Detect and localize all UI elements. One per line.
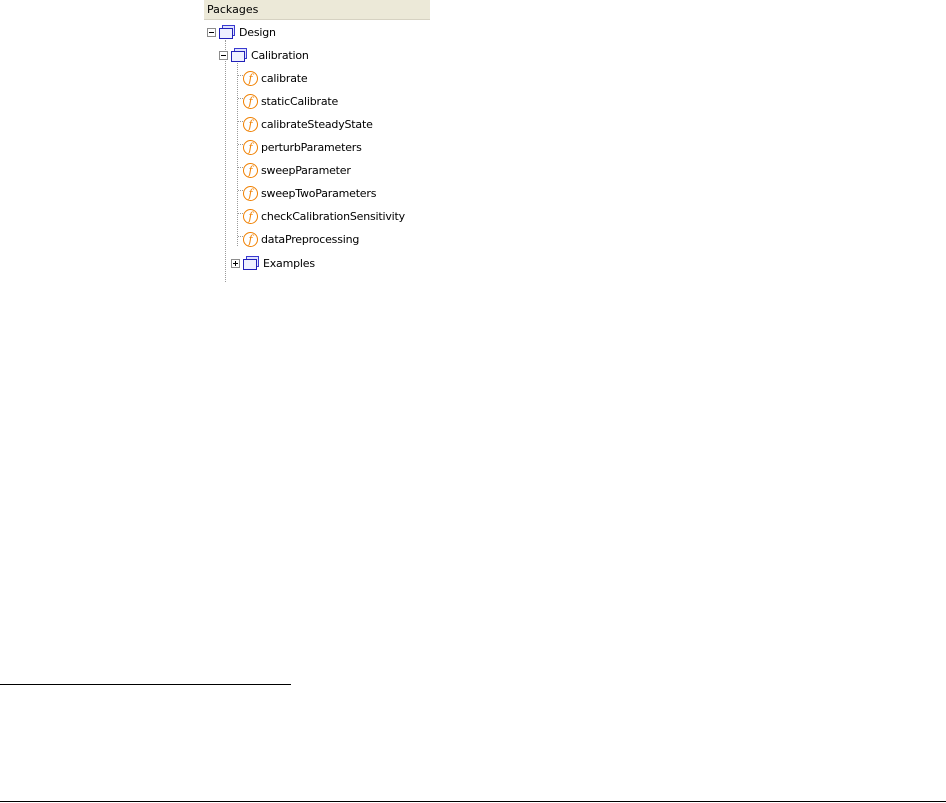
tree-node-label: perturbParameters (261, 140, 362, 154)
function-icon: f (243, 185, 258, 201)
function-icon: f (243, 116, 258, 132)
tree-node-label: staticCalibrate (261, 94, 339, 108)
tree-node-label: checkCalibrationSensitivity (261, 209, 405, 223)
package-icon (243, 256, 260, 270)
tree-node-label: Calibration (251, 48, 309, 62)
function-icon: f (243, 162, 258, 178)
tree-connector (237, 61, 238, 246)
function-icon: f (243, 93, 258, 109)
page-bottom-divider (0, 801, 946, 802)
packages-panel: Packages Design Calibration f calibrate (204, 0, 430, 282)
tree-node-label: calibrateSteadyState (261, 117, 373, 131)
collapse-icon[interactable] (207, 27, 216, 37)
package-icon (231, 48, 248, 62)
function-icon: f (243, 208, 258, 224)
function-icon: f (243, 139, 258, 155)
tree-node-function[interactable]: f calibrateSteadyState (243, 113, 373, 135)
tree-connector (225, 40, 226, 282)
tree-node-label: calibrate (261, 71, 308, 85)
panel-header: Packages (204, 0, 430, 20)
package-icon (219, 25, 236, 39)
tree-node-examples[interactable]: Examples (231, 252, 315, 274)
tree-node-function[interactable]: f dataPreprocessing (243, 228, 359, 250)
tree-node-label: Examples (263, 256, 315, 270)
tree-node-function[interactable]: f sweepTwoParameters (243, 182, 376, 204)
tree-node-label: Design (239, 25, 276, 39)
function-icon: f (243, 70, 258, 86)
tree-node-label: dataPreprocessing (261, 232, 360, 246)
tree-node-label: sweepTwoParameters (261, 186, 377, 200)
footnote-divider (0, 684, 291, 685)
tree-node-design[interactable]: Design (207, 21, 276, 43)
tree-node-calibration[interactable]: Calibration (219, 44, 309, 66)
tree-node-function[interactable]: f perturbParameters (243, 136, 362, 158)
collapse-icon[interactable] (219, 50, 228, 60)
package-tree: Design Calibration f calibrate f staticC… (204, 20, 430, 282)
function-icon: f (243, 231, 258, 247)
tree-node-function[interactable]: f staticCalibrate (243, 90, 338, 112)
tree-node-label: sweepParameter (261, 163, 351, 177)
expand-icon[interactable] (231, 258, 240, 268)
tree-node-function[interactable]: f calibrate (243, 67, 308, 89)
tree-node-function[interactable]: f sweepParameter (243, 159, 351, 181)
tree-node-function[interactable]: f checkCalibrationSensitivity (243, 205, 405, 227)
